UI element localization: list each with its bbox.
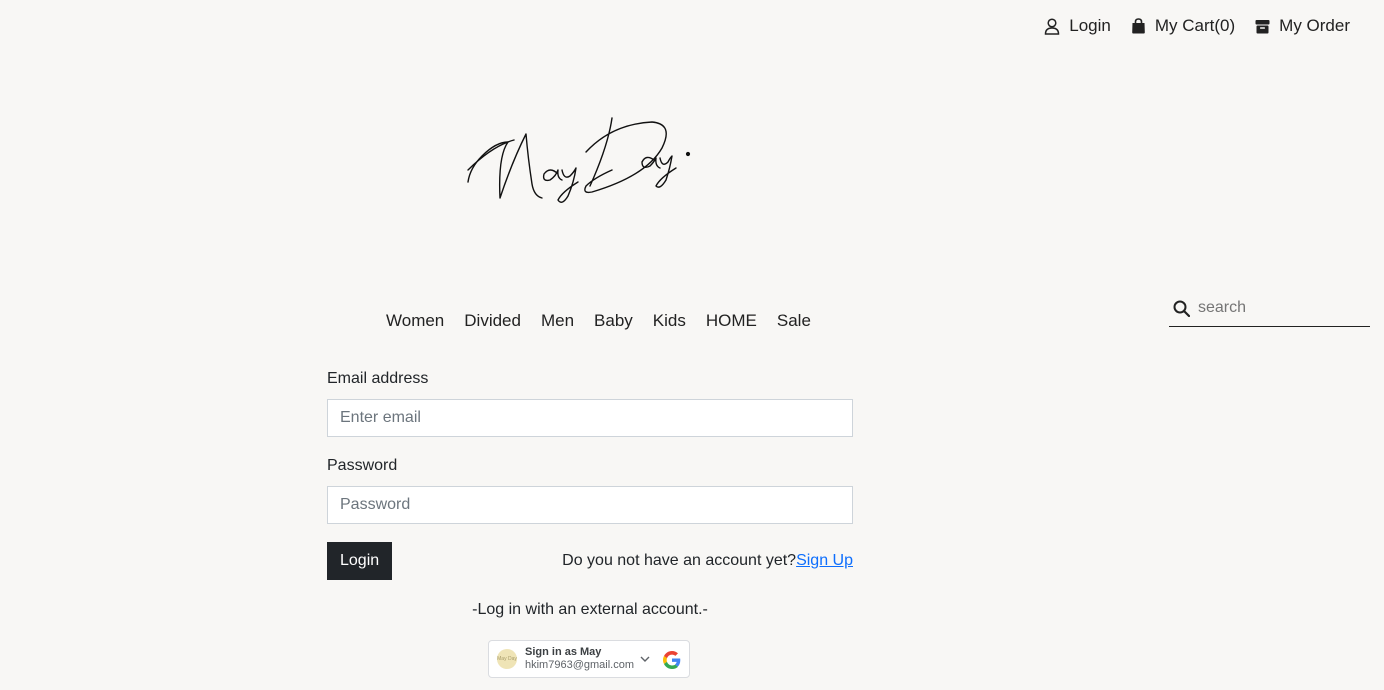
signup-prompt-text: Do you not have an account yet? [562,552,797,569]
login-link-label: Login [1069,16,1111,35]
password-label: Password [327,457,398,474]
top-utility-bar: Login My Cart(0) My Order [1044,16,1350,36]
user-icon [1045,17,1060,35]
nav-item-baby[interactable]: Baby [584,311,643,331]
category-nav: Women Divided Men Baby Kids HOME Sale [376,311,821,331]
google-icon [663,651,681,669]
login-link[interactable]: Login [1044,16,1111,36]
login-button[interactable]: Login [327,542,393,580]
my-order-label: My Order [1279,16,1350,35]
search-bar [1169,290,1370,327]
nav-item-home[interactable]: HOME [696,311,767,331]
my-cart-label: My Cart(0) [1154,16,1236,35]
search-icon[interactable] [1173,300,1190,317]
external-login-heading: -Log in with an external account.- [472,601,708,618]
shopping-bag-icon [1132,18,1145,34]
google-account-email: hkim7963@gmail.com [525,659,634,671]
my-cart-link[interactable]: My Cart(0) [1131,16,1235,36]
password-field[interactable] [327,486,853,524]
signup-link[interactable]: Sign Up [796,552,853,569]
email-label: Email address [327,370,429,387]
nav-item-men[interactable]: Men [531,311,584,331]
signup-prompt: Do you not have an account yet?Sign Up [562,552,853,570]
chevron-down-icon[interactable] [640,656,650,662]
nav-item-sale[interactable]: Sale [767,311,821,331]
brand-logo[interactable] [462,110,702,210]
nav-item-women[interactable]: Women [376,311,454,331]
box-icon [1255,19,1270,33]
login-form: Email address Password [327,370,853,524]
google-signin-button[interactable]: May Day Sign in as May hkim7963@gmail.co… [488,640,690,678]
login-actions: Login Do you not have an account yet?Sig… [327,542,853,580]
google-account-name: Sign in as May [525,646,602,658]
nav-item-kids[interactable]: Kids [643,311,696,331]
nav-item-divided[interactable]: Divided [454,311,531,331]
search-input[interactable] [1198,299,1358,317]
email-field[interactable] [327,399,853,437]
my-order-link[interactable]: My Order [1255,16,1350,36]
avatar: May Day [497,649,517,669]
